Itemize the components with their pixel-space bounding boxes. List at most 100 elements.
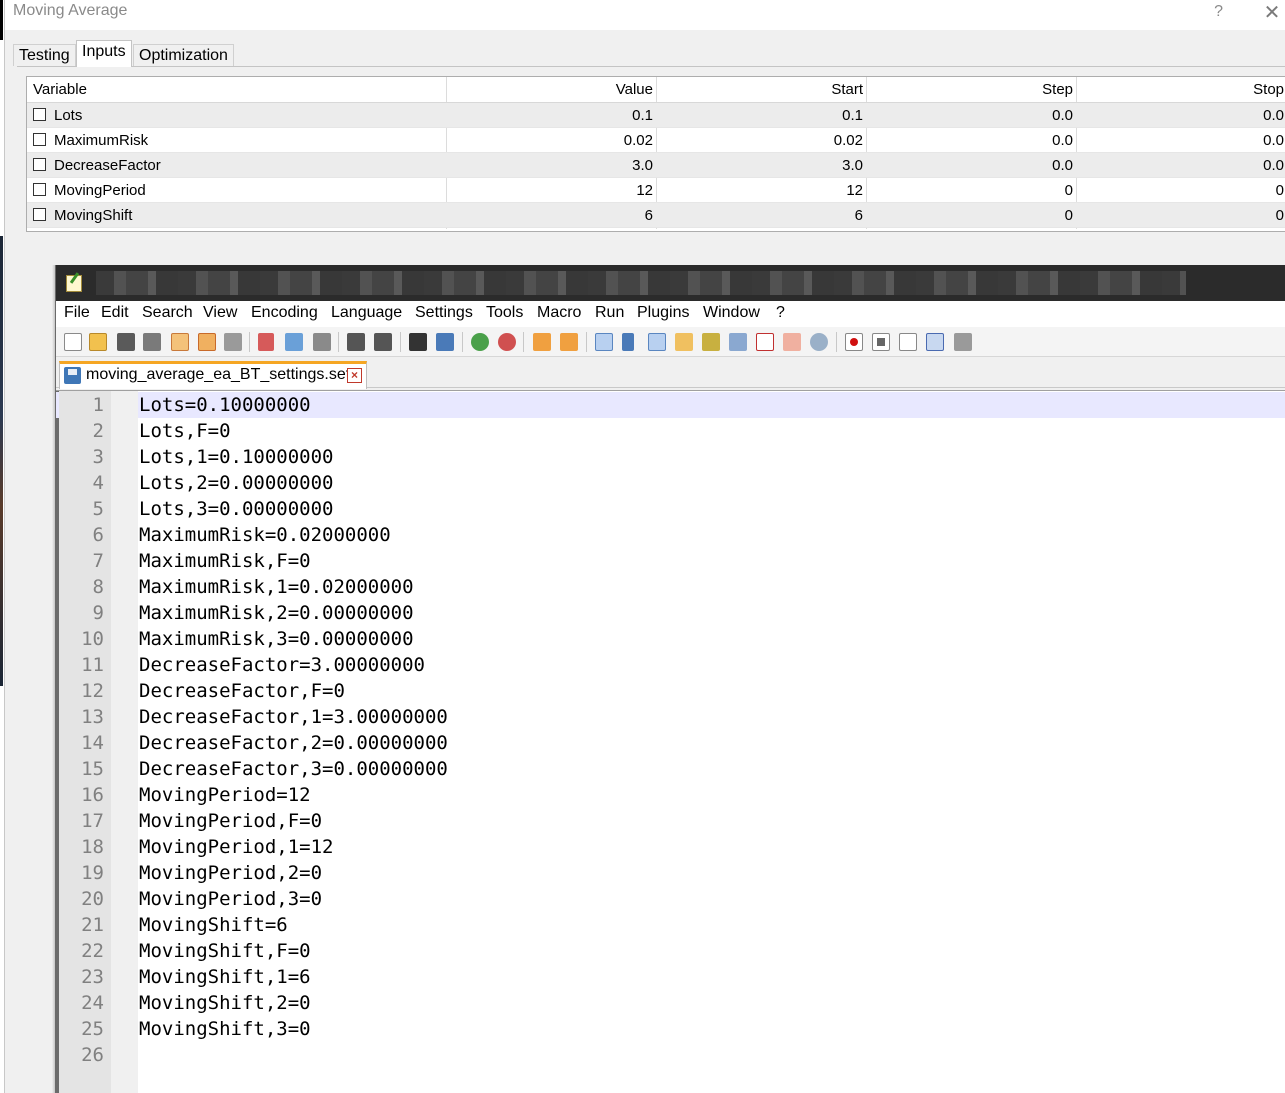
run-macro-multiple-icon[interactable] bbox=[926, 333, 944, 351]
editor-line[interactable]: 8 MaximumRisk,1=0.02000000 bbox=[56, 574, 1285, 600]
close-button[interactable]: ✕ bbox=[1261, 0, 1283, 24]
step-cell[interactable]: 0.0 bbox=[867, 153, 1076, 177]
start-cell[interactable]: 0.1 bbox=[657, 103, 866, 127]
row-checkbox[interactable] bbox=[33, 208, 46, 221]
menu-language[interactable]: Language bbox=[331, 304, 402, 322]
indent-guide-icon[interactable] bbox=[648, 333, 666, 351]
save-all-icon[interactable] bbox=[143, 333, 161, 351]
user-language-icon[interactable] bbox=[675, 333, 693, 351]
menu-plugins[interactable]: Plugins bbox=[637, 304, 689, 322]
value-cell[interactable]: 0.1 bbox=[447, 103, 656, 127]
grid-row[interactable]: Lots 0.1 0.1 0.0 0.0 bbox=[27, 103, 1285, 128]
save-icon[interactable] bbox=[117, 333, 135, 351]
editor-line[interactable]: 18 MovingPeriod,1=12 bbox=[56, 834, 1285, 860]
function-list-icon[interactable] bbox=[756, 333, 774, 351]
npp-titlebar[interactable] bbox=[56, 265, 1285, 301]
step-cell[interactable]: 0 bbox=[867, 178, 1076, 202]
stop-cell[interactable]: 0 bbox=[1077, 178, 1285, 202]
step-cell[interactable]: 0 bbox=[867, 203, 1076, 227]
step-cell[interactable]: 0.0 bbox=[867, 128, 1076, 152]
header-variable[interactable]: Variable bbox=[33, 77, 87, 102]
cut-icon[interactable] bbox=[258, 333, 274, 351]
header-step[interactable]: Step bbox=[867, 77, 1076, 102]
replace-icon[interactable] bbox=[436, 333, 454, 351]
editor-line[interactable]: 4 Lots,2=0.00000000 bbox=[56, 470, 1285, 496]
editor-line[interactable]: 16 MovingPeriod=12 bbox=[56, 782, 1285, 808]
row-checkbox[interactable] bbox=[33, 108, 46, 121]
value-cell[interactable]: 3.0 bbox=[447, 153, 656, 177]
help-button[interactable]: ? bbox=[1214, 3, 1223, 21]
editor-line[interactable]: 24 MovingShift,2=0 bbox=[56, 990, 1285, 1016]
editor-line[interactable]: 5 Lots,3=0.00000000 bbox=[56, 496, 1285, 522]
grid-row[interactable]: MaximumRisk 0.02 0.02 0.0 0.0 bbox=[27, 128, 1285, 153]
editor-line[interactable]: 17 MovingPeriod,F=0 bbox=[56, 808, 1285, 834]
stop-cell[interactable]: 0.0 bbox=[1077, 128, 1285, 152]
text-editor[interactable]: 1 Lots=0.10000000 2 Lots,F=0 3 Lots,1=0.10000… bbox=[56, 390, 1285, 1093]
editor-line[interactable]: 12 DecreaseFactor,F=0 bbox=[56, 678, 1285, 704]
close-icon[interactable] bbox=[171, 333, 189, 351]
row-checkbox[interactable] bbox=[33, 183, 46, 196]
editor-line[interactable]: 2 Lots,F=0 bbox=[56, 418, 1285, 444]
save-macro-icon[interactable] bbox=[954, 333, 972, 351]
play-macro-icon[interactable] bbox=[899, 333, 917, 351]
step-cell[interactable]: 0.0 bbox=[867, 103, 1076, 127]
stop-cell[interactable]: 0 bbox=[1077, 203, 1285, 227]
new-file-icon[interactable] bbox=[64, 333, 82, 351]
menu-search[interactable]: Search bbox=[142, 304, 193, 322]
editor-line[interactable]: 11 DecreaseFactor=3.00000000 bbox=[56, 652, 1285, 678]
grid-row[interactable]: DecreaseFactor 3.0 3.0 0.0 0.0 bbox=[27, 153, 1285, 178]
folder-workspace-icon[interactable] bbox=[783, 333, 801, 351]
find-icon[interactable] bbox=[409, 333, 427, 351]
tab-testing[interactable]: Testing bbox=[13, 44, 76, 66]
tab-optimization[interactable]: Optimization bbox=[133, 44, 234, 66]
tab-close-icon[interactable]: × bbox=[347, 368, 362, 383]
editor-line[interactable]: 7 MaximumRisk,F=0 bbox=[56, 548, 1285, 574]
stop-record-icon[interactable] bbox=[872, 333, 890, 351]
doc-map-icon[interactable] bbox=[702, 333, 720, 351]
editor-line[interactable]: 26 bbox=[56, 1042, 1285, 1068]
menu-tools[interactable]: Tools bbox=[486, 304, 523, 322]
start-cell[interactable]: 3.0 bbox=[657, 153, 866, 177]
grid-row[interactable]: MovingPeriod 12 12 0 0 bbox=[27, 178, 1285, 203]
sync-vertical-icon[interactable] bbox=[533, 333, 551, 351]
editor-line[interactable]: 25 MovingShift,3=0 bbox=[56, 1016, 1285, 1042]
zoom-out-icon[interactable] bbox=[498, 333, 516, 351]
value-cell[interactable]: 12 bbox=[447, 178, 656, 202]
redo-icon[interactable] bbox=[374, 333, 392, 351]
grid-row[interactable]: MovingShift 6 6 0 0 bbox=[27, 203, 1285, 228]
menu-help[interactable]: ? bbox=[776, 304, 785, 322]
value-cell[interactable]: 6 bbox=[447, 203, 656, 227]
paste-icon[interactable] bbox=[313, 333, 331, 351]
start-cell[interactable]: 0.02 bbox=[657, 128, 866, 152]
sync-horizontal-icon[interactable] bbox=[560, 333, 578, 351]
header-start[interactable]: Start bbox=[657, 77, 866, 102]
editor-line[interactable]: 3 Lots,1=0.10000000 bbox=[56, 444, 1285, 470]
editor-line[interactable]: 21 MovingShift=6 bbox=[56, 912, 1285, 938]
zoom-in-icon[interactable] bbox=[471, 333, 489, 351]
copy-icon[interactable] bbox=[285, 333, 303, 351]
document-tab[interactable]: moving_average_ea_BT_settings.set × bbox=[59, 361, 367, 389]
menu-settings[interactable]: Settings bbox=[415, 304, 473, 322]
print-icon[interactable] bbox=[224, 333, 242, 351]
header-value[interactable]: Value bbox=[447, 77, 656, 102]
editor-line[interactable]: 14 DecreaseFactor,2=0.00000000 bbox=[56, 730, 1285, 756]
doc-list-icon[interactable] bbox=[729, 333, 747, 351]
editor-line[interactable]: 22 MovingShift,F=0 bbox=[56, 938, 1285, 964]
menu-run[interactable]: Run bbox=[595, 304, 624, 322]
menu-edit[interactable]: Edit bbox=[101, 304, 129, 322]
start-cell[interactable]: 12 bbox=[657, 178, 866, 202]
header-stop[interactable]: Stop bbox=[1077, 77, 1285, 102]
menu-window[interactable]: Window bbox=[703, 304, 760, 322]
value-cell[interactable]: 0.02 bbox=[447, 128, 656, 152]
menu-view[interactable]: View bbox=[203, 304, 237, 322]
close-all-icon[interactable] bbox=[198, 333, 216, 351]
editor-line[interactable]: 10 MaximumRisk,3=0.00000000 bbox=[56, 626, 1285, 652]
editor-line[interactable]: 9 MaximumRisk,2=0.00000000 bbox=[56, 600, 1285, 626]
menu-file[interactable]: File bbox=[64, 304, 90, 322]
row-checkbox[interactable] bbox=[33, 133, 46, 146]
tab-inputs[interactable]: Inputs bbox=[76, 40, 132, 67]
editor-line[interactable]: 13 DecreaseFactor,1=3.00000000 bbox=[56, 704, 1285, 730]
stop-cell[interactable]: 0.0 bbox=[1077, 103, 1285, 127]
menu-encoding[interactable]: Encoding bbox=[251, 304, 318, 322]
word-wrap-icon[interactable] bbox=[595, 333, 613, 351]
